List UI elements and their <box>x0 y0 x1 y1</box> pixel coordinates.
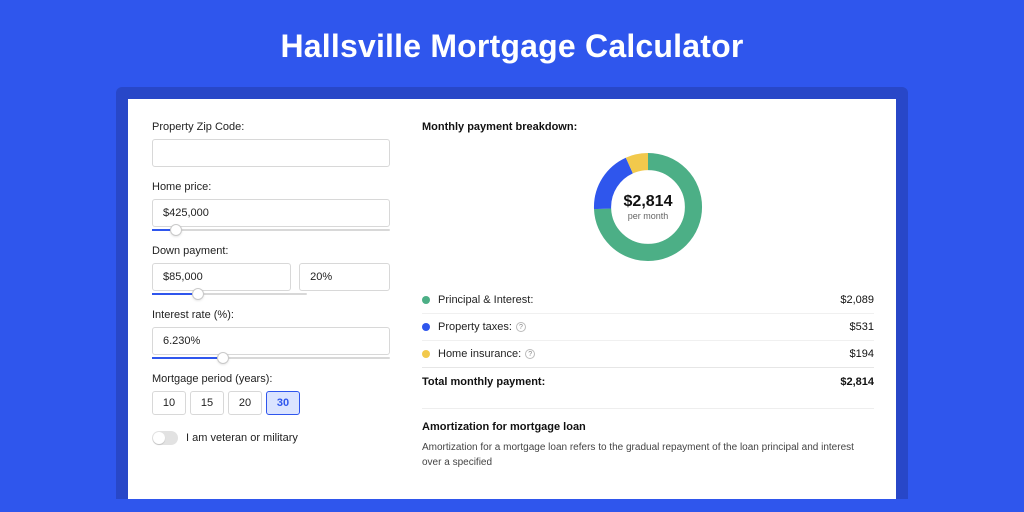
legend-row: Property taxes:?$531 <box>422 314 874 341</box>
period-group: Mortgage period (years): 10152030 <box>152 373 390 415</box>
legend-dot-icon <box>422 350 430 358</box>
calculator-card: Property Zip Code: Home price: Down paym… <box>128 99 896 499</box>
legend: Principal & Interest: $2,089 Property taxe… <box>422 287 874 367</box>
down-payment-slider-handle[interactable] <box>192 288 204 300</box>
amortization-body: Amortization for a mortgage loan refers … <box>422 441 874 470</box>
interest-slider[interactable] <box>152 357 390 359</box>
legend-value: $531 <box>850 321 874 333</box>
period-buttons: 10152030 <box>152 391 390 415</box>
interest-slider-handle[interactable] <box>217 352 229 364</box>
down-payment-slider[interactable] <box>152 293 307 295</box>
period-button-30[interactable]: 30 <box>266 391 300 415</box>
veteran-toggle-label: I am veteran or military <box>186 432 298 444</box>
period-button-15[interactable]: 15 <box>190 391 224 415</box>
total-value: $2,814 <box>840 376 874 388</box>
legend-label: Home insurance:? <box>438 348 850 360</box>
page-title: Hallsville Mortgage Calculator <box>280 28 743 65</box>
legend-row: Home insurance:?$194 <box>422 341 874 367</box>
legend-label-text: Property taxes: <box>438 321 512 333</box>
zip-group: Property Zip Code: <box>152 121 390 167</box>
legend-value: $194 <box>850 348 874 360</box>
breakdown-title: Monthly payment breakdown: <box>422 121 874 133</box>
amortization-title: Amortization for mortgage loan <box>422 421 874 433</box>
veteran-row: I am veteran or military <box>152 431 390 445</box>
card-shadow: Property Zip Code: Home price: Down paym… <box>116 87 908 499</box>
legend-label: Property taxes:? <box>438 321 850 333</box>
down-payment-pct-input[interactable] <box>299 263 390 291</box>
veteran-toggle[interactable] <box>152 431 178 445</box>
donut-sub: per month <box>628 211 669 221</box>
amortization-section: Amortization for mortgage loan Amortizat… <box>422 408 874 470</box>
home-price-input[interactable] <box>152 199 390 227</box>
down-payment-group: Down payment: <box>152 245 390 295</box>
down-payment-label: Down payment: <box>152 245 390 257</box>
period-button-10[interactable]: 10 <box>152 391 186 415</box>
legend-label-text: Principal & Interest: <box>438 294 533 306</box>
period-label: Mortgage period (years): <box>152 373 390 385</box>
legend-label-text: Home insurance: <box>438 348 521 360</box>
veteran-toggle-knob <box>153 432 165 444</box>
interest-group: Interest rate (%): <box>152 309 390 359</box>
home-price-group: Home price: <box>152 181 390 231</box>
legend-value: $2,089 <box>840 294 874 306</box>
interest-slider-fill <box>152 357 223 359</box>
home-price-label: Home price: <box>152 181 390 193</box>
period-button-20[interactable]: 20 <box>228 391 262 415</box>
legend-dot-icon <box>422 323 430 331</box>
home-price-slider-handle[interactable] <box>170 224 182 236</box>
zip-label: Property Zip Code: <box>152 121 390 133</box>
help-icon[interactable]: ? <box>516 322 526 332</box>
help-icon[interactable]: ? <box>525 349 535 359</box>
donut-chart: $2,814 per month <box>588 147 708 267</box>
total-row: Total monthly payment: $2,814 <box>422 367 874 394</box>
home-price-slider[interactable] <box>152 229 390 231</box>
form-panel: Property Zip Code: Home price: Down paym… <box>128 99 408 499</box>
donut-center: $2,814 per month <box>588 147 708 267</box>
interest-input[interactable] <box>152 327 390 355</box>
down-payment-amount-input[interactable] <box>152 263 291 291</box>
total-label: Total monthly payment: <box>422 376 840 388</box>
breakdown-panel: Monthly payment breakdown: $2,814 per mo… <box>408 99 896 499</box>
legend-row: Principal & Interest: $2,089 <box>422 287 874 314</box>
interest-label: Interest rate (%): <box>152 309 390 321</box>
legend-dot-icon <box>422 296 430 304</box>
donut-amount: $2,814 <box>624 193 673 211</box>
zip-input[interactable] <box>152 139 390 167</box>
legend-label: Principal & Interest: <box>438 294 840 306</box>
